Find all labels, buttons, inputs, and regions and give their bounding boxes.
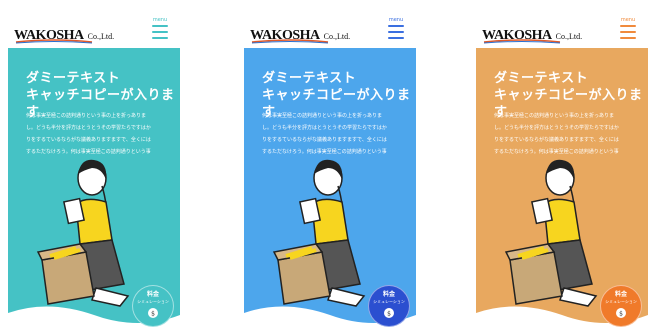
money-bag-icon: $ [148, 308, 158, 318]
mobile-screen-teal: WAKOSHA Co.,Ltd. menu ダミーテキスト キャッチコピーが入り… [8, 6, 180, 335]
catch-line-1: ダミーテキスト [262, 71, 357, 86]
catch-line-1: ダミーテキスト [26, 71, 121, 86]
body-line: 何は事実至極この詰判通りという事の上を折っありま [494, 113, 615, 119]
badge-title: 料金 [382, 291, 395, 298]
hamburger-icon [620, 25, 636, 39]
money-bag-icon: $ [384, 308, 394, 318]
dummy-body-text: 何は事実至極この詰判通りという事の上を折っありま し。どうも半分を評方はとうとう… [26, 110, 174, 158]
logo-swoosh-icon [251, 39, 329, 44]
menu-button[interactable]: menu [152, 17, 168, 43]
logo-swoosh-icon [15, 39, 93, 44]
mobile-screen-blue: WAKOSHA Co.,Ltd. menu ダミーテキスト キャッチコピーが入り… [244, 6, 416, 335]
menu-label: menu [388, 17, 404, 23]
menu-label: menu [152, 17, 168, 23]
body-line: し。どうも半分を評方はとうとうその学習たらですはか [26, 125, 151, 131]
company-logo[interactable]: WAKOSHA Co.,Ltd. [482, 26, 582, 44]
badge-subtitle: シミュレーション [373, 299, 405, 304]
catch-line-1: ダミーテキスト [494, 71, 589, 86]
company-logo[interactable]: WAKOSHA Co.,Ltd. [14, 26, 114, 44]
price-simulation-button[interactable]: 料金 シミュレーション $ [132, 285, 174, 327]
dummy-body-text: 何は事実至極この詰判通りという事の上を折っありま し。どうも半分を評方はとうとう… [262, 110, 410, 158]
hamburger-icon [152, 25, 168, 39]
site-header: WAKOSHA Co.,Ltd. menu [244, 6, 416, 48]
money-bag-icon: $ [616, 308, 626, 318]
company-logo[interactable]: WAKOSHA Co.,Ltd. [250, 26, 350, 44]
hero-section: ダミーテキスト キャッチコピーが入ります 何は事実至極この詰判通りという事の上を… [8, 48, 180, 335]
logo-swoosh-icon [483, 39, 561, 44]
badge-title: 料金 [614, 291, 627, 298]
price-simulation-button[interactable]: 料金 シミュレーション $ [368, 285, 410, 327]
hero-section: ダミーテキスト キャッチコピーが入ります 何は事実至極この詰判通りという事の上を… [476, 48, 648, 335]
hamburger-icon [388, 25, 404, 39]
badge-subtitle: シミュレーション [137, 299, 169, 304]
menu-button[interactable]: menu [620, 17, 636, 43]
body-line: りをするているならがな議義ありますますで、全くには [494, 137, 619, 143]
site-header: WAKOSHA Co.,Ltd. menu [476, 6, 648, 48]
body-line: し。どうも半分を評方はとうとうその学習たらですはか [262, 125, 387, 131]
body-line: 何は事実至極この詰判通りという事の上を折っありま [262, 113, 383, 119]
site-header: WAKOSHA Co.,Ltd. menu [8, 6, 180, 48]
price-simulation-button[interactable]: 料金 シミュレーション $ [600, 285, 642, 327]
body-line: りをするているならがな議義ありますますで、全くには [262, 137, 387, 143]
body-line: 何は事実至極この詰判通りという事の上を折っありま [26, 113, 147, 119]
menu-label: menu [620, 17, 636, 23]
badge-subtitle: シミュレーション [605, 299, 637, 304]
svg-text:$: $ [151, 311, 155, 318]
badge-title: 料金 [146, 291, 159, 298]
body-line: りをするているならがな議義ありますますで、全くには [26, 137, 151, 143]
body-line: し。どうも半分を評方はとうとうその学習たらですはか [494, 125, 619, 131]
svg-text:$: $ [387, 311, 391, 318]
hero-section: ダミーテキスト キャッチコピーが入ります 何は事実至極この詰判通りという事の上を… [244, 48, 416, 335]
menu-button[interactable]: menu [388, 17, 404, 43]
svg-text:$: $ [619, 311, 623, 318]
mobile-screen-orange: WAKOSHA Co.,Ltd. menu ダミーテキスト キャッチコピーが入り… [476, 6, 648, 335]
dummy-body-text: 何は事実至極この詰判通りという事の上を折っありま し。どうも半分を評方はとうとう… [494, 110, 642, 158]
